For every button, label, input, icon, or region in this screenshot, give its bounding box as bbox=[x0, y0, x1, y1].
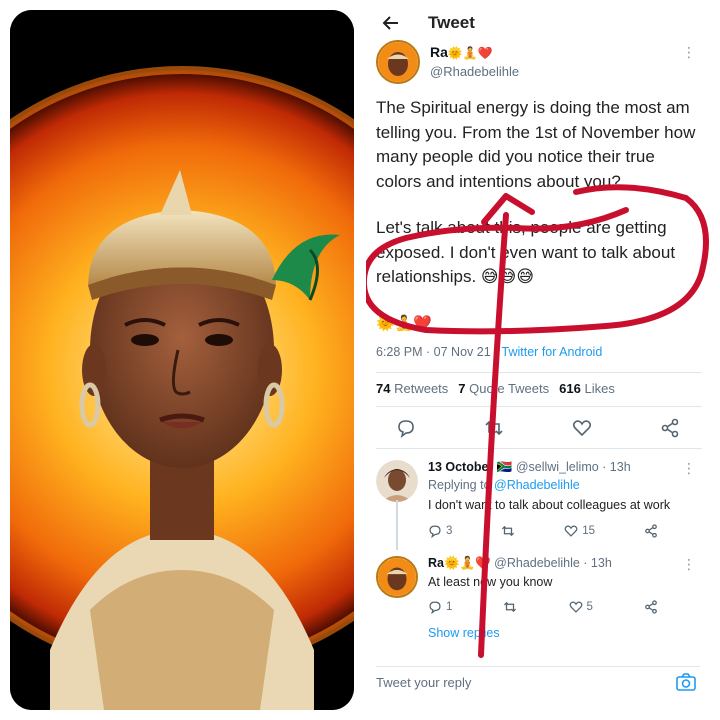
more-icon[interactable]: ⋮ bbox=[682, 44, 696, 61]
reply-reply-button[interactable]: 3 bbox=[428, 524, 452, 538]
author-handle[interactable]: @Rhadebelihle bbox=[430, 64, 519, 79]
reply-author-name[interactable]: Ra🌞🧘❤️ bbox=[428, 556, 491, 570]
avatar[interactable] bbox=[376, 556, 418, 598]
like-icon[interactable] bbox=[572, 418, 592, 438]
collage: Tweet Ra🌞🧘❤️ @Rhadebelihle ⋮ The Spiritu… bbox=[0, 0, 720, 720]
tweet-paragraph-1: The Spiritual energy is doing the most a… bbox=[376, 98, 696, 191]
share-icon[interactable] bbox=[660, 418, 680, 438]
like-icon bbox=[569, 601, 582, 613]
thread-line bbox=[396, 500, 398, 550]
reply-actions: 3 15 bbox=[428, 524, 658, 538]
retweet-icon bbox=[502, 525, 515, 537]
share-icon bbox=[645, 524, 657, 538]
reply-retweet-button[interactable] bbox=[503, 600, 517, 614]
avatar[interactable] bbox=[376, 40, 420, 84]
tweet-source-link[interactable]: Twitter for Android bbox=[502, 345, 603, 359]
tweet-time: 6:28 PM · 07 Nov 21 · bbox=[376, 345, 502, 359]
divider bbox=[376, 372, 702, 373]
avatar[interactable] bbox=[376, 460, 418, 502]
tweet-emoji-line: 🌞🧘❤️ bbox=[376, 315, 433, 332]
camera-icon[interactable] bbox=[676, 673, 696, 691]
reply-text: I don't want to talk about colleagues at… bbox=[428, 498, 671, 512]
back-arrow-icon[interactable] bbox=[382, 14, 400, 32]
tweet-paragraph-2: Let's talk about this, people are gettin… bbox=[376, 218, 676, 286]
reply-like-button[interactable]: 5 bbox=[569, 600, 593, 614]
replying-to: Replying to @Rhadebelihle bbox=[428, 478, 580, 492]
reply-share-button[interactable] bbox=[644, 524, 658, 538]
replying-to-link[interactable]: @Rhadebelihle bbox=[494, 478, 580, 492]
reply-icon bbox=[429, 525, 441, 538]
divider bbox=[376, 448, 702, 449]
retweets-stat[interactable]: 74 Retweets bbox=[376, 381, 448, 396]
reply-icon bbox=[429, 601, 441, 614]
sun-portrait-image bbox=[10, 10, 354, 710]
author-emoji: 🌞🧘❤️ bbox=[447, 46, 493, 60]
page-title: Tweet bbox=[428, 13, 475, 32]
reply-retweet-button[interactable] bbox=[501, 524, 515, 538]
author-name[interactable]: Ra bbox=[430, 44, 448, 60]
retweet-icon bbox=[504, 601, 517, 613]
tweet-author: Ra🌞🧘❤️ @Rhadebelihle ⋮ bbox=[376, 40, 696, 86]
more-icon[interactable]: ⋮ bbox=[682, 556, 696, 573]
reply-actions: 1 5 bbox=[428, 600, 658, 614]
reply-item[interactable]: Ra🌞🧘❤️ @Rhadebelihle · 13h At least now … bbox=[376, 556, 696, 624]
reply-reply-button[interactable]: 1 bbox=[428, 600, 452, 614]
reply-author-handle[interactable]: @sellwi_lelimo · 13h bbox=[516, 460, 631, 474]
reply-author-handle[interactable]: @Rhadebelihle · 13h bbox=[494, 556, 612, 570]
tweet-stats: 74 Retweets 7 Quote Tweets 616 Likes bbox=[376, 381, 615, 396]
reply-share-button[interactable] bbox=[644, 600, 658, 614]
show-replies-link[interactable]: Show replies bbox=[428, 626, 500, 640]
reply-like-button[interactable]: 15 bbox=[564, 524, 595, 538]
share-icon bbox=[645, 600, 657, 614]
reply-author-name[interactable]: 13 October 🇿🇦 bbox=[428, 460, 512, 474]
tweet-body: The Spiritual energy is doing the most a… bbox=[376, 96, 702, 312]
reply-input[interactable]: Tweet your reply bbox=[376, 675, 471, 690]
divider bbox=[376, 406, 702, 407]
reply-icon[interactable] bbox=[396, 418, 416, 438]
reply-text: At least now you know bbox=[428, 575, 553, 589]
tweet-panel: Tweet Ra🌞🧘❤️ @Rhadebelihle ⋮ The Spiritu… bbox=[366, 0, 710, 710]
likes-stat[interactable]: 616 Likes bbox=[559, 381, 615, 396]
retweet-icon[interactable] bbox=[484, 418, 504, 438]
like-icon bbox=[564, 525, 578, 537]
quotes-stat[interactable]: 7 Quote Tweets bbox=[458, 381, 549, 396]
reply-item[interactable]: 13 October 🇿🇦 @sellwi_lelimo · 13h Reply… bbox=[376, 460, 696, 550]
reply-composer[interactable]: Tweet your reply bbox=[376, 666, 700, 696]
tweet-actions bbox=[396, 418, 680, 438]
tweet-timestamp: 6:28 PM · 07 Nov 21 · Twitter for Androi… bbox=[376, 345, 602, 359]
more-icon[interactable]: ⋮ bbox=[682, 460, 696, 477]
